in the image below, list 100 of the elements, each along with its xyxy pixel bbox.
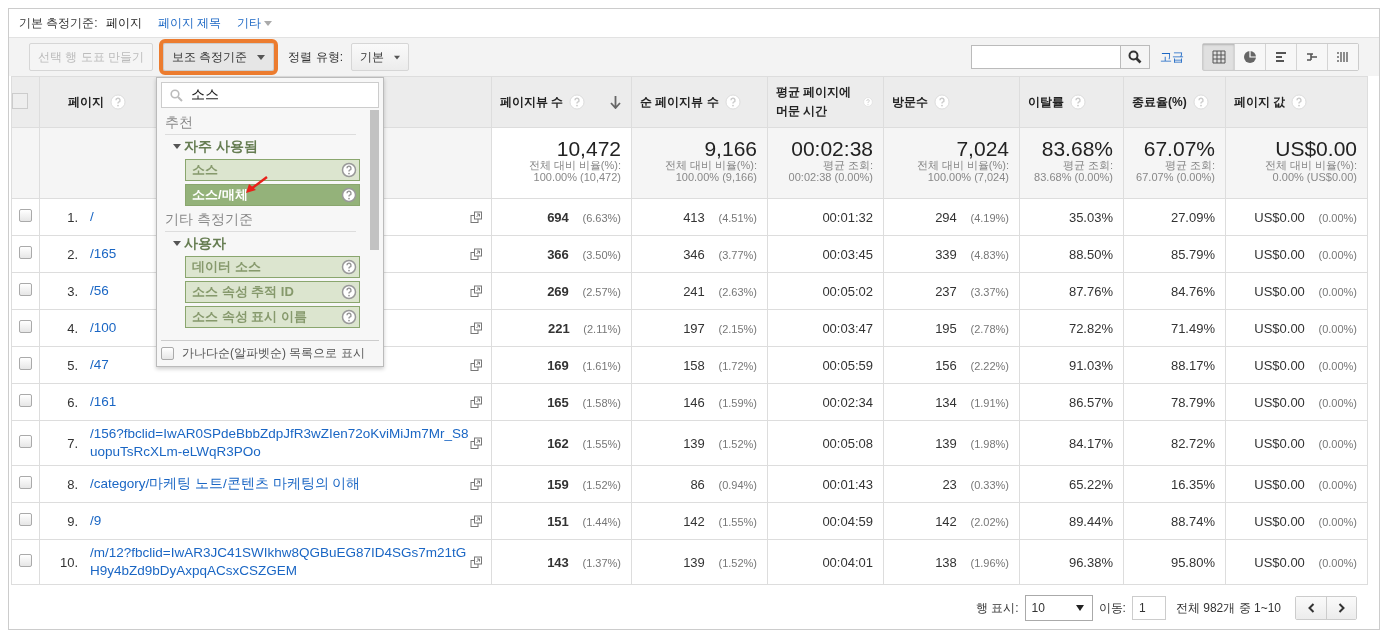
cell-share: (3.37%) <box>970 285 1009 298</box>
help-icon[interactable] <box>341 284 357 300</box>
open-page-icon[interactable] <box>470 247 483 261</box>
view-button[interactable] <box>1265 44 1296 70</box>
column-header[interactable]: 방문수 <box>892 92 928 112</box>
row-checkbox[interactable] <box>19 357 32 370</box>
table-cell: 00:03:45 <box>822 246 873 262</box>
column-header[interactable]: 페이지 값 <box>1234 92 1286 112</box>
view-button[interactable] <box>1296 44 1327 70</box>
table-cell: 00:03:47 <box>822 320 873 336</box>
total-caption: 전체 대비 비율(%): <box>915 159 1009 171</box>
column-header[interactable]: 페이지 <box>68 92 104 112</box>
cell-share: (1.52%) <box>718 556 757 569</box>
open-page-icon[interactable] <box>470 284 483 298</box>
menu-section-title: 기타 측정기준 <box>165 209 356 232</box>
row-checkbox[interactable] <box>19 320 32 333</box>
menu-group-toggle[interactable]: 자주 사용됨 <box>165 135 366 159</box>
goto-label: 이동: <box>1098 599 1126 617</box>
table-cell: 00:01:43 <box>822 476 873 492</box>
open-page-icon[interactable] <box>470 395 483 409</box>
total-caption: 전체 대비 비율(%): <box>1263 159 1357 171</box>
view-button[interactable] <box>1203 44 1234 70</box>
view-button[interactable] <box>1327 44 1358 70</box>
help-icon[interactable] <box>341 162 357 178</box>
cell-share: (0.00%) <box>1318 211 1357 224</box>
table-cell: 413 <box>683 209 705 225</box>
table-search-field[interactable] <box>971 45 1121 69</box>
help-icon[interactable] <box>341 309 357 325</box>
dimension-option[interactable]: 페이지 <box>105 14 142 32</box>
cell-share: (1.55%) <box>718 515 757 528</box>
row-checkbox[interactable] <box>19 435 32 448</box>
row-number: 7. <box>66 435 78 451</box>
table-cell: 78.79% <box>1170 394 1215 410</box>
page-link[interactable]: /9 <box>90 512 470 530</box>
advanced-link[interactable]: 고급 <box>1160 48 1184 66</box>
table-cell: 72.82% <box>1068 320 1113 336</box>
cell-share: (0.00%) <box>1318 478 1357 491</box>
row-checkbox[interactable] <box>19 209 32 222</box>
open-page-icon[interactable] <box>470 210 483 224</box>
open-page-icon[interactable] <box>470 514 483 528</box>
total-caption: 전체 대비 비율(%): <box>663 159 757 171</box>
table-cell: 84.17% <box>1068 435 1113 451</box>
total-value: 10,472 <box>555 138 621 159</box>
table-cell: 366 <box>547 246 569 262</box>
open-page-icon[interactable] <box>470 321 483 335</box>
caret-icon <box>173 241 181 247</box>
row-checkbox[interactable] <box>19 476 32 489</box>
row-checkbox[interactable] <box>19 246 32 259</box>
page-link[interactable]: /161 <box>90 393 470 411</box>
table-cell: US$0.00 <box>1254 435 1305 451</box>
page-link[interactable]: /m/12?fbclid=IwAR3JC41SWIkhw8QGBuEG87ID4SGs7m21tGH9y4bZd9bDyAxpqACsxCSZGEM <box>90 544 470 580</box>
next-page-button[interactable] <box>1326 597 1356 619</box>
search-button[interactable] <box>1120 45 1150 69</box>
table-cell: 71.49% <box>1170 320 1215 336</box>
goto-field[interactable]: 1 <box>1131 596 1166 620</box>
row-checkbox[interactable] <box>19 283 32 296</box>
row-checkbox[interactable] <box>19 554 32 567</box>
open-page-icon[interactable] <box>470 477 483 491</box>
table-cell: 159 <box>547 476 569 492</box>
page-link[interactable]: /156?fbclid=IwAR0SPdeBbbZdpJfR3wZIen72oKviMiJm7Mr_S8uopuTsRcXLm-eLWqR3POo <box>90 425 470 461</box>
column-header[interactable]: 이탈률 <box>1028 92 1064 112</box>
scrollbar[interactable] <box>370 110 379 250</box>
column-header[interactable]: 종료율(%) <box>1132 92 1187 112</box>
open-page-icon[interactable] <box>470 358 483 372</box>
rows-per-page-dropdown[interactable]: 10 <box>1024 595 1093 621</box>
cell-share: (2.11%) <box>583 322 621 335</box>
row-number: 4. <box>66 320 78 336</box>
table-cell: 65.22% <box>1068 476 1113 492</box>
menu-section-title: 추천 <box>165 112 356 135</box>
open-page-icon[interactable] <box>470 555 483 569</box>
caret-icon <box>257 54 266 60</box>
grid-icon <box>1211 50 1226 64</box>
menu-search-field[interactable]: 소스 <box>161 82 379 108</box>
menu-group-toggle[interactable]: 사용자 <box>165 232 366 256</box>
row-number: 9. <box>66 513 78 529</box>
help-icon[interactable] <box>341 259 357 275</box>
page-link[interactable]: /category/마케팅 노트/콘텐츠 마케팅의 이해 <box>90 475 470 493</box>
help-icon[interactable] <box>341 187 357 203</box>
checkbox[interactable] <box>161 347 174 360</box>
dimension-option[interactable]: 기타 <box>237 14 272 32</box>
columns-icon <box>1336 50 1350 64</box>
select-all-checkbox[interactable] <box>12 92 28 109</box>
previous-page-button[interactable] <box>1296 597 1326 619</box>
table-cell: 134 <box>935 394 957 410</box>
open-page-icon[interactable] <box>470 436 483 450</box>
table-cell: US$0.00 <box>1254 283 1305 299</box>
row-checkbox[interactable] <box>19 513 32 526</box>
column-header[interactable]: 페이지뷰 수 <box>500 92 564 112</box>
cell-share: (2.22%) <box>970 359 1009 372</box>
table-cell: 139 <box>683 435 705 451</box>
view-button[interactable] <box>1234 44 1265 70</box>
dimension-option[interactable]: 페이지 제목 <box>157 14 221 32</box>
table-cell: 694 <box>547 209 569 225</box>
sort-type-dropdown[interactable]: 기본 <box>351 43 410 71</box>
column-header[interactable]: 순 페이지뷰 수 <box>640 92 719 112</box>
cell-share: (2.78%) <box>970 322 1009 335</box>
table-cell: 91.03% <box>1068 357 1113 373</box>
row-checkbox[interactable] <box>19 394 32 407</box>
column-header[interactable]: 평균 페이지에 머문 시간 <box>776 83 858 121</box>
row-number: 2. <box>66 246 78 262</box>
